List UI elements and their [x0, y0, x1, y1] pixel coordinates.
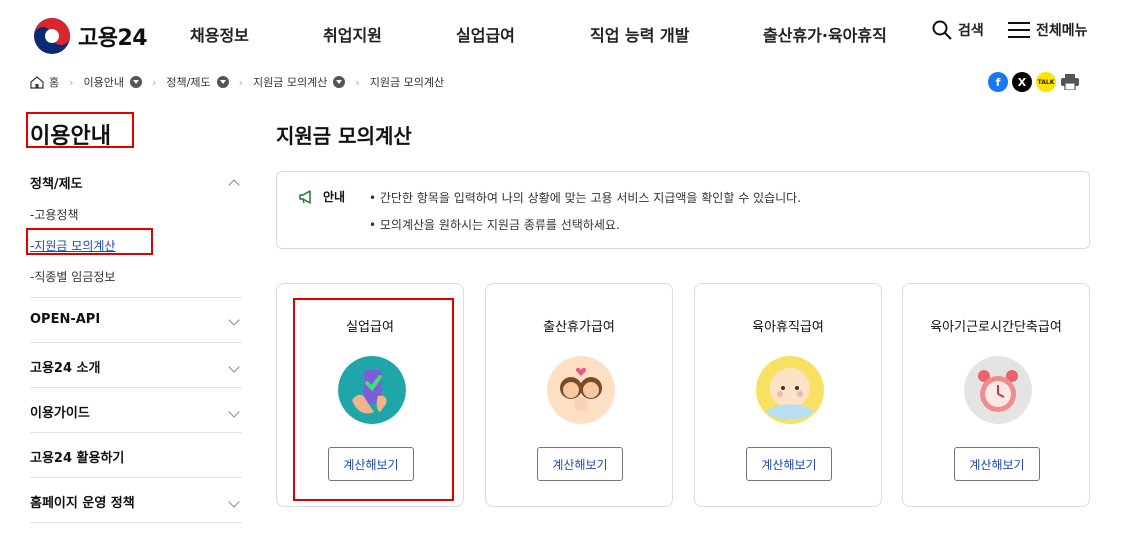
sidebar-item-policy[interactable]: 정책/제도: [30, 168, 242, 192]
page-title: 지원금 모의계산: [276, 124, 412, 148]
notice-line: • 모의계산을 원하시는 지원금 종류를 선택하세요.: [369, 218, 620, 232]
calculate-button-unemployment[interactable]: 계산해보기: [328, 447, 414, 481]
notice-line: • 간단한 항목을 입력하여 나의 상황에 맞는 고용 서비스 지급액을 확인할…: [369, 191, 802, 205]
facebook-icon[interactable]: f: [988, 72, 1008, 92]
hamburger-menu-icon: [1008, 22, 1030, 38]
divider: [30, 477, 242, 478]
dropdown-icon: [216, 76, 229, 88]
search-label: 검색: [958, 23, 984, 39]
breadcrumb-separator: ›: [69, 75, 74, 89]
sidebar-subitem-wage-info[interactable]: -직종별 임금정보: [30, 268, 242, 285]
site-header: 고용24 채용정보 취업지원 실업급여 직업 능력 개발 출산휴가·육아휴직 검…: [0, 0, 1130, 68]
nav-employment-support[interactable]: 취업지원: [323, 22, 382, 46]
calculate-button-reduced-hours[interactable]: 계산해보기: [954, 447, 1040, 481]
logo-text: 고용24: [78, 26, 148, 51]
sidebar-item-utilization[interactable]: 고용24 활용하기: [30, 447, 242, 466]
site-logo[interactable]: 고용24: [32, 16, 148, 56]
card-reduced-hours-benefit: 육아기근로시간단축급여 계산해보기: [902, 283, 1090, 507]
print-icon: [1061, 74, 1079, 90]
dropdown-icon: [333, 76, 346, 88]
kakaotalk-icon[interactable]: TALK: [1036, 72, 1056, 92]
divider: [30, 432, 242, 433]
sidebar-subitem-employment-policy[interactable]: -고용정책: [30, 206, 242, 223]
card-title: 육아기근로시간단축급여: [930, 320, 1062, 335]
divider: [30, 387, 242, 388]
search-button[interactable]: 검색: [932, 20, 984, 40]
card-parental-leave-benefit: 육아휴직급여 계산해보기: [694, 283, 882, 507]
breadcrumb-separator: ›: [355, 75, 360, 89]
breadcrumb-separator: ›: [238, 75, 244, 89]
sidebar-item-site-policy[interactable]: 홈페이지 운영 정책: [30, 492, 242, 511]
breadcrumb-separator: ›: [152, 75, 157, 89]
card-title: 출산휴가급여: [543, 320, 615, 335]
sidebar-title: 이용안내: [30, 124, 111, 149]
chevron-down-icon: [228, 405, 240, 418]
print-button[interactable]: [1060, 72, 1080, 92]
sidebar-section-policy: 정책/제도 -고용정책 -지원금 모의계산 -직종별 임금정보: [30, 168, 242, 285]
calculate-button-parental-leave[interactable]: 계산해보기: [746, 447, 832, 481]
sidebar-subitem-simulation[interactable]: -지원금 모의계산: [30, 237, 242, 254]
sidebar-item-about[interactable]: 고용24 소개: [30, 357, 242, 376]
notice-label: 안내: [299, 188, 345, 205]
divider: [30, 522, 242, 523]
nav-vocational-training[interactable]: 직업 능력 개발: [590, 22, 689, 46]
sidebar-item-open-api[interactable]: OPEN-API: [30, 312, 242, 327]
taegeuk-logo-icon: [34, 18, 70, 54]
search-icon: [932, 20, 952, 40]
breadcrumb-item-guide[interactable]: 이용안내: [84, 74, 143, 90]
calculate-button-maternity[interactable]: 계산해보기: [537, 447, 623, 481]
nav-unemployment-benefit[interactable]: 실업급여: [456, 22, 515, 46]
x-twitter-icon[interactable]: X: [1012, 72, 1032, 92]
breadcrumb-bar: 홈 › 이용안내 › 정책/제도 › 지원금 모의계산 › 지원금 모의계산: [0, 68, 1130, 96]
alarm-clock-icon: [964, 356, 1032, 424]
chevron-up-icon: [228, 178, 240, 191]
baby-face-icon: [756, 356, 824, 424]
hand-phone-check-icon: [338, 356, 406, 424]
home-icon: [30, 75, 44, 89]
breadcrumb: 홈 › 이용안내 › 정책/제도 › 지원금 모의계산 › 지원금 모의계산: [30, 74, 444, 90]
breadcrumb-item-simulation[interactable]: 지원금 모의계산: [253, 74, 346, 90]
chevron-down-icon: [228, 360, 240, 373]
sidebar-item-usage-guide[interactable]: 이용가이드: [30, 402, 242, 421]
megaphone-icon: [299, 189, 311, 204]
card-title: 육아휴직급여: [752, 320, 824, 335]
chevron-down-icon: [228, 313, 240, 326]
all-menu-button[interactable]: 전체메뉴: [1008, 20, 1088, 40]
breadcrumb-home[interactable]: 홈: [30, 74, 59, 90]
share-bar: f X TALK: [988, 72, 1080, 92]
divider: [30, 342, 242, 343]
notice-box: 안내 • 간단한 항목을 입력하여 나의 상황에 맞는 고용 서비스 지급액을 …: [276, 171, 1090, 249]
parents-baby-icon: [547, 356, 615, 424]
nav-maternity-leave[interactable]: 출산휴가·육아휴직: [763, 22, 887, 46]
nav-job-info[interactable]: 채용정보: [190, 22, 249, 46]
card-title: 실업급여: [346, 320, 394, 335]
card-unemployment-benefit: 실업급여 계산해보기: [276, 283, 464, 507]
all-menu-label: 전체메뉴: [1036, 23, 1088, 39]
breadcrumb-item-policy[interactable]: 정책/제도: [166, 74, 229, 90]
chevron-down-icon: [228, 495, 240, 508]
breadcrumb-current: 지원금 모의계산: [369, 76, 445, 89]
card-maternity-benefit: 출산휴가급여 계산해보기: [485, 283, 673, 507]
dropdown-icon: [130, 76, 143, 88]
divider: [30, 297, 242, 298]
